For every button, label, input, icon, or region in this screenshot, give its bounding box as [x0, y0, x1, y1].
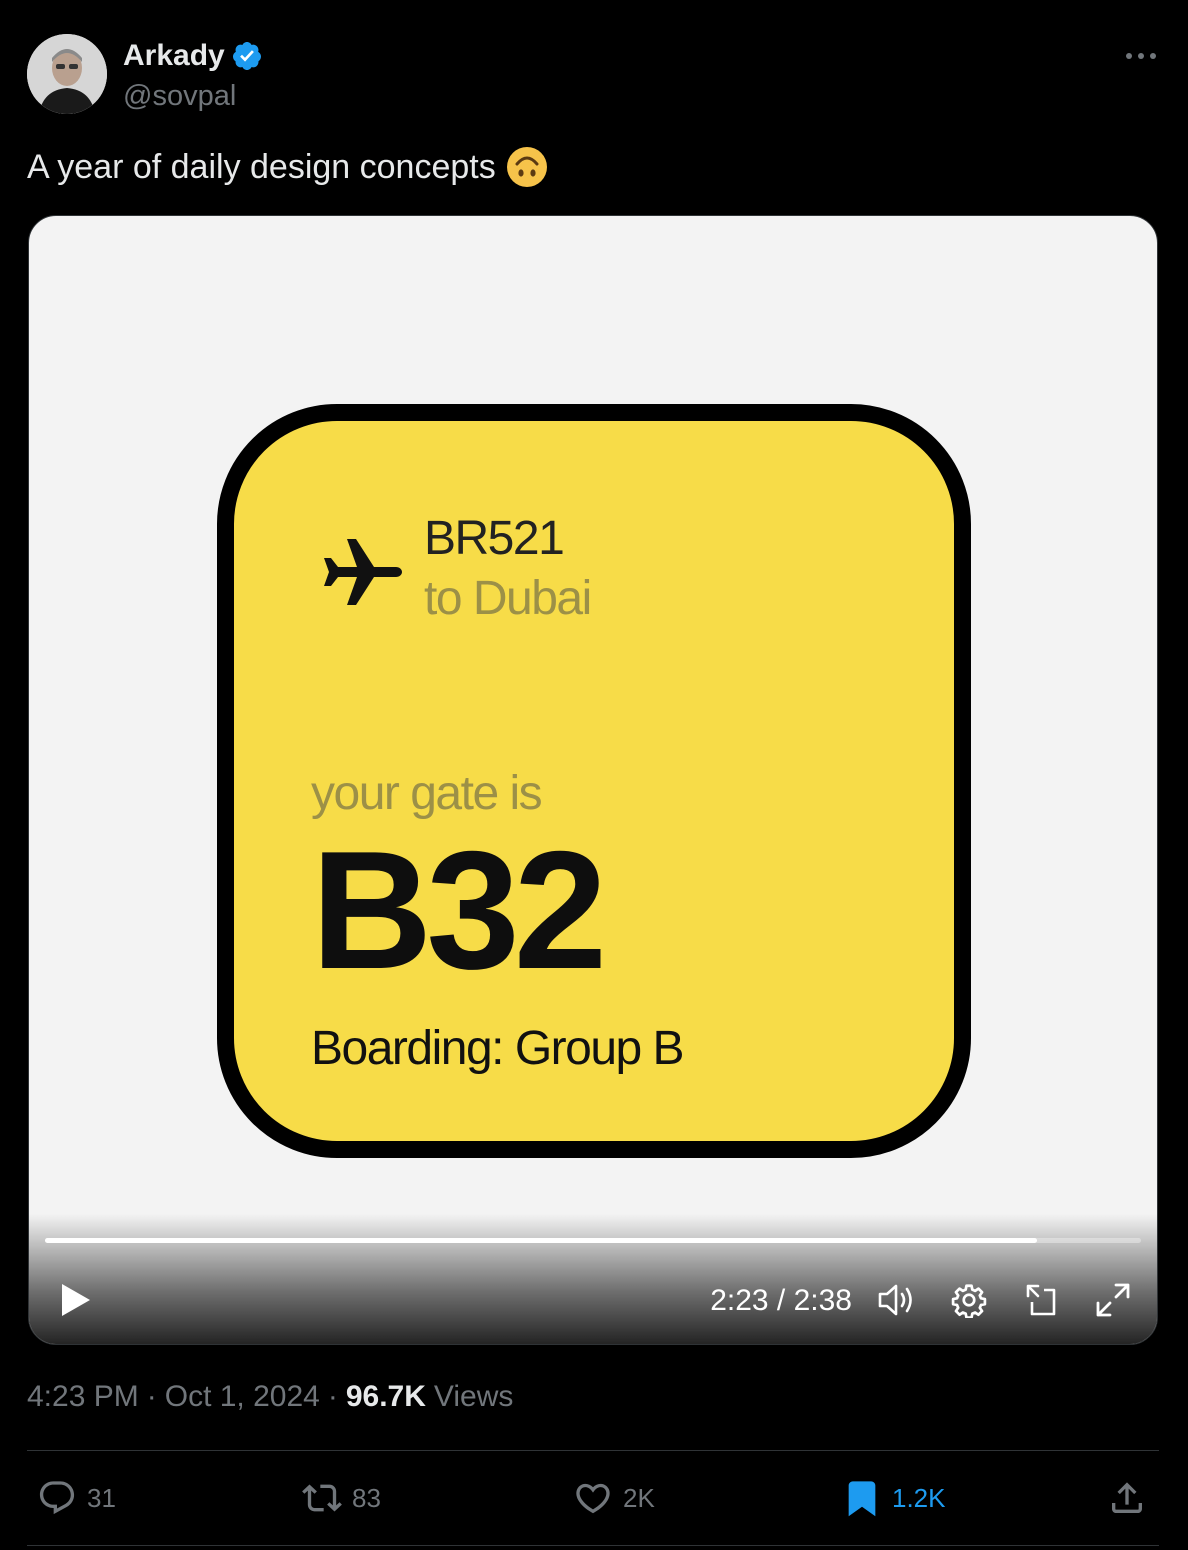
verified-badge-icon[interactable]: [231, 40, 263, 72]
airplane-icon: [322, 531, 404, 613]
repost-icon: [302, 1484, 342, 1512]
views-count[interactable]: 96.7K: [346, 1380, 426, 1414]
avatar[interactable]: [27, 34, 107, 114]
meta-separator: ·: [146, 1380, 157, 1413]
bookmark-icon: [848, 1481, 876, 1517]
display-name[interactable]: Arkady: [123, 39, 225, 73]
boarding-card: BR521 to Dubai your gate is B32 Boarding…: [217, 404, 971, 1158]
tweet-text: A year of daily design concepts: [27, 146, 548, 188]
share-button[interactable]: [1107, 1478, 1147, 1518]
more-options-icon[interactable]: [1121, 42, 1161, 70]
flight-number: BR521: [424, 512, 565, 565]
tweet-date[interactable]: Oct 1, 2024: [165, 1380, 320, 1414]
divider: [27, 1545, 1159, 1546]
picture-in-picture-icon[interactable]: [1022, 1280, 1062, 1320]
player-controls: 2:23 / 2:38: [29, 1276, 1157, 1326]
divider: [27, 1450, 1159, 1451]
tweet-time[interactable]: 4:23 PM: [27, 1380, 139, 1414]
user-handle[interactable]: @sovpal: [123, 80, 263, 113]
tweet-header: Arkady @sovpal: [27, 34, 1161, 114]
tweet-meta: 4:23 PM · Oct 1, 2024 · 96.7K Views: [27, 1380, 513, 1414]
play-button[interactable]: [55, 1280, 95, 1320]
bookmark-count: 1.2K: [892, 1482, 946, 1513]
upside-down-face-emoji-icon: [506, 146, 548, 188]
heart-icon: [576, 1483, 610, 1514]
settings-gear-icon[interactable]: [949, 1280, 989, 1320]
share-icon: [1112, 1482, 1142, 1513]
display-name-row[interactable]: Arkady: [123, 38, 263, 74]
tweet-text-content: A year of daily design concepts: [27, 147, 496, 186]
tweet-actions: 31 83 2K 1.2K: [27, 1470, 1159, 1526]
views-label: Views: [433, 1380, 514, 1413]
boarding-group: Boarding: Group B: [311, 1022, 685, 1075]
video-time: 2:23 / 2:38: [710, 1284, 852, 1317]
volume-icon[interactable]: [877, 1280, 917, 1320]
repost-button[interactable]: 83: [302, 1478, 381, 1518]
meta-separator: ·: [327, 1380, 338, 1413]
video-player[interactable]: BR521 to Dubai your gate is B32 Boarding…: [28, 215, 1158, 1345]
like-count: 2K: [623, 1482, 655, 1513]
repost-count: 83: [352, 1482, 381, 1513]
reply-button[interactable]: 31: [37, 1478, 116, 1518]
reply-count: 31: [87, 1482, 116, 1513]
bookmark-button[interactable]: 1.2K: [842, 1478, 946, 1518]
like-button[interactable]: 2K: [573, 1478, 655, 1518]
video-progress-bar[interactable]: [45, 1238, 1141, 1243]
gate-number: B32: [311, 816, 607, 1004]
fullscreen-icon[interactable]: [1093, 1280, 1133, 1320]
gate-label: your gate is: [311, 767, 543, 820]
destination: to Dubai: [424, 572, 592, 625]
reply-icon: [39, 1481, 75, 1515]
video-progress-fill: [45, 1238, 1037, 1243]
